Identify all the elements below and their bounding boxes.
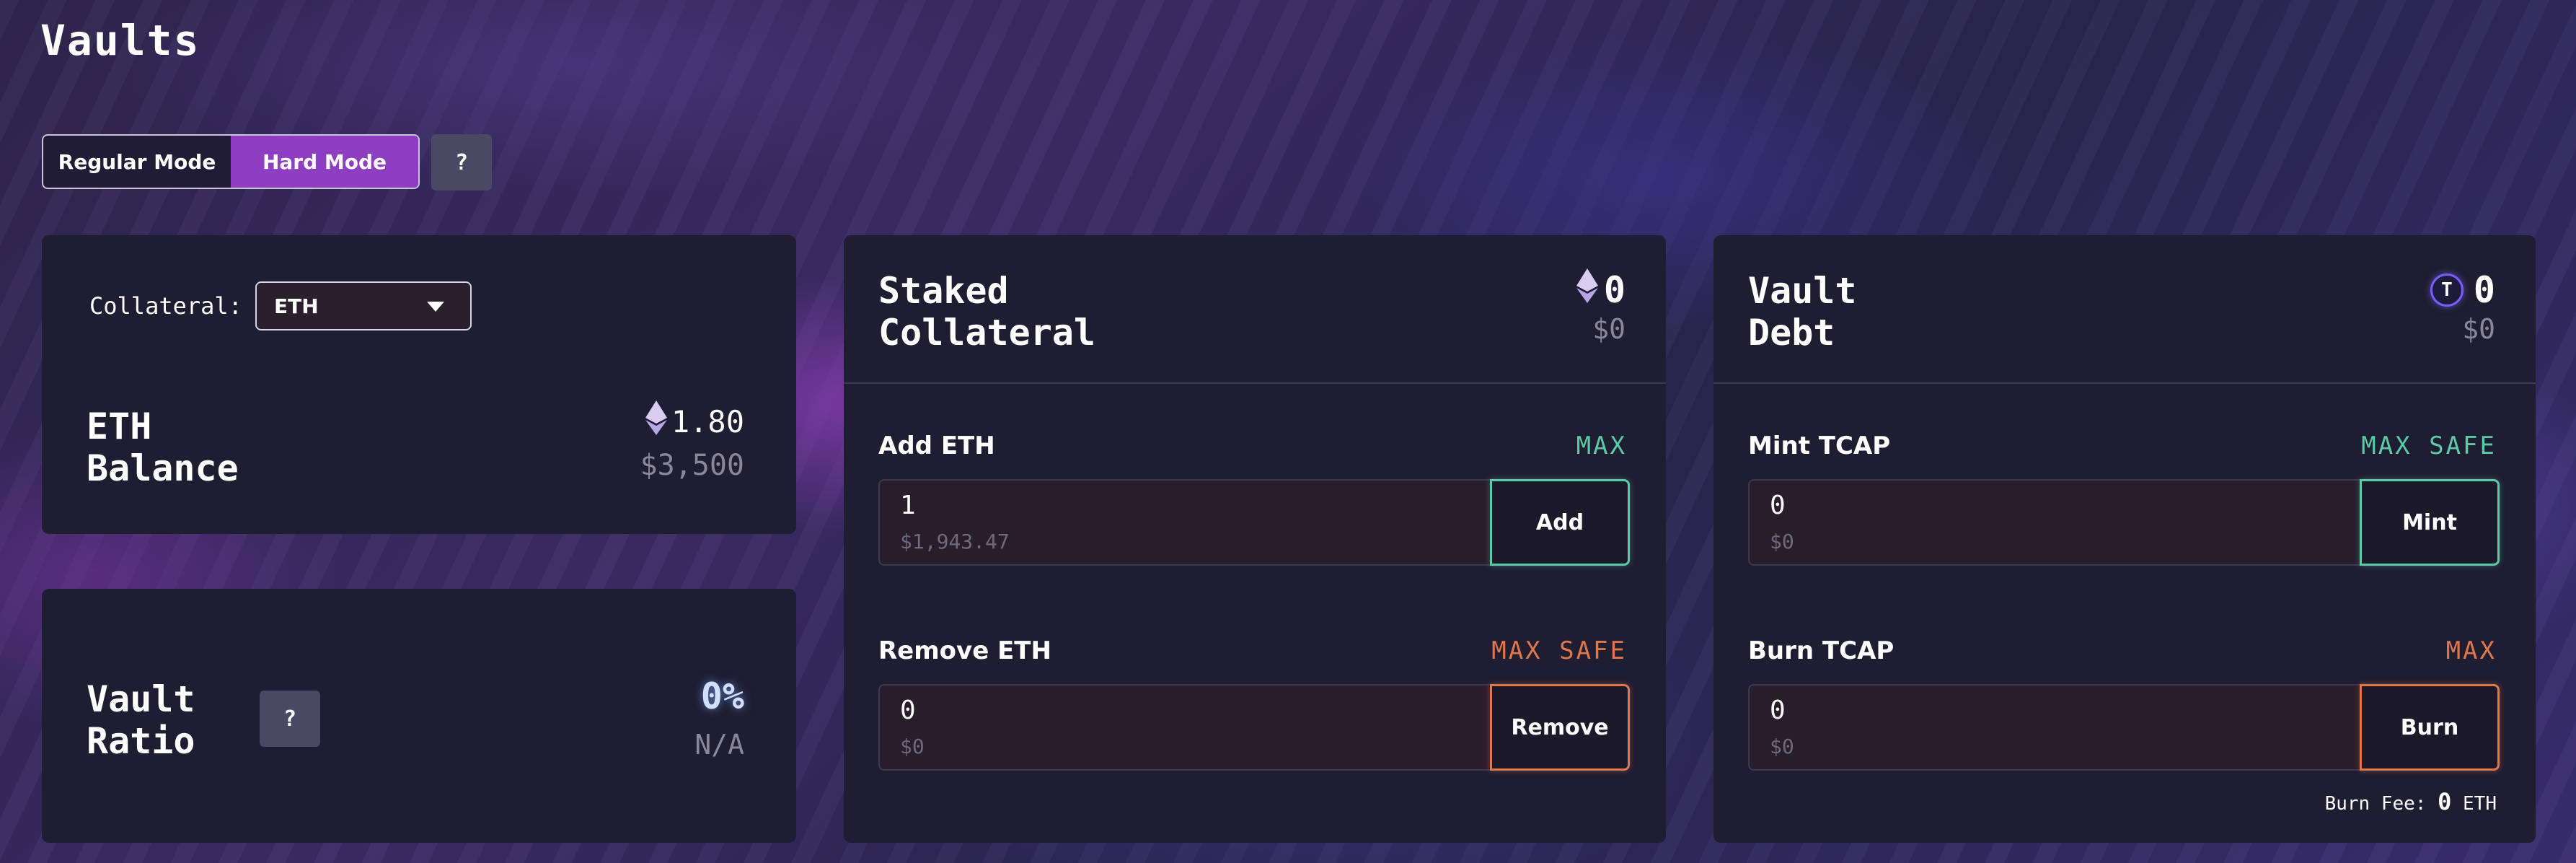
- burn-tcap-input[interactable]: 0 $0: [1748, 684, 2361, 771]
- mint-max-safe-link[interactable]: MAX SAFE: [2361, 432, 2497, 460]
- staked-collateral-title: Staked Collateral: [878, 270, 1095, 354]
- debt-amount-row: T 0: [2430, 269, 2495, 311]
- staked-amount-row: 0: [1576, 268, 1626, 312]
- vault-ratio-help-button[interactable]: ?: [260, 691, 320, 747]
- mode-help-button[interactable]: ?: [431, 134, 492, 190]
- add-eth-max-link[interactable]: MAX: [1576, 432, 1627, 460]
- vault-ratio-title-line2: Ratio: [87, 720, 195, 762]
- burn-tcap-label: Burn TCAP: [1748, 636, 1894, 665]
- burn-input-value: 0: [1770, 696, 1786, 725]
- add-eth-input-value: 1: [900, 491, 916, 520]
- vault-debt-title: Vault Debt: [1748, 270, 1857, 354]
- remove-eth-input-usd: $0: [900, 735, 925, 758]
- vault-debt-title-line2: Debt: [1748, 312, 1835, 354]
- add-eth-label: Add ETH: [878, 432, 995, 460]
- eth-balance-amount: 1.80: [671, 403, 744, 439]
- mint-tcap-label: Mint TCAP: [1748, 432, 1891, 460]
- eth-balance-value: 1.80: [645, 400, 744, 442]
- remove-eth-max-safe-link[interactable]: MAX SAFE: [1491, 636, 1627, 665]
- collateral-select[interactable]: ETH: [255, 281, 472, 330]
- vault-debt-title-line1: Vault: [1748, 270, 1857, 312]
- collateral-label: Collateral:: [89, 292, 242, 320]
- tcap-token-icon: T: [2430, 273, 2463, 307]
- burn-fee-value: 0: [2438, 788, 2452, 815]
- burn-max-link[interactable]: MAX: [2446, 636, 2497, 665]
- staked-divider: [844, 382, 1666, 384]
- staked-title-line2: Collateral: [878, 312, 1096, 354]
- mint-input-value: 0: [1770, 491, 1786, 520]
- regular-mode-button[interactable]: Regular Mode: [43, 136, 231, 188]
- mode-toggle: Regular Mode Hard Mode: [42, 134, 420, 189]
- vault-ratio-sub: N/A: [694, 729, 744, 761]
- eth-balance-title-line2: Balance: [87, 447, 239, 489]
- vault-ratio-title: Vault Ratio: [87, 678, 195, 762]
- remove-button[interactable]: Remove: [1490, 684, 1630, 771]
- collateral-selected-value: ETH: [274, 294, 319, 318]
- ethereum-icon: [645, 400, 667, 442]
- burn-fee: Burn Fee: 0 ETH: [2325, 788, 2497, 815]
- chevron-down-icon: [427, 302, 444, 312]
- mint-button[interactable]: Mint: [2360, 479, 2500, 566]
- debt-amount: 0: [2473, 269, 2495, 311]
- remove-eth-input[interactable]: 0 $0: [878, 684, 1491, 771]
- add-button[interactable]: Add: [1490, 479, 1630, 566]
- page-title: Vaults: [40, 16, 200, 65]
- vault-ratio-value: 0%: [700, 675, 744, 717]
- burn-fee-unit: ETH: [2463, 793, 2497, 815]
- burn-input-usd: $0: [1770, 735, 1794, 758]
- ethereum-icon: [1576, 268, 1598, 312]
- staked-amount: 0: [1603, 269, 1626, 311]
- staked-title-line1: Staked: [878, 270, 1009, 312]
- remove-eth-label: Remove ETH: [878, 636, 1051, 665]
- remove-eth-input-value: 0: [900, 696, 916, 725]
- burn-fee-label: Burn Fee:: [2324, 793, 2427, 815]
- hard-mode-button[interactable]: Hard Mode: [231, 136, 418, 188]
- burn-button[interactable]: Burn: [2360, 684, 2500, 771]
- vault-ratio-title-line1: Vault: [87, 678, 195, 720]
- mint-tcap-input[interactable]: 0 $0: [1748, 479, 2361, 566]
- add-eth-input-usd: $1,943.47: [900, 530, 1010, 553]
- mint-input-usd: $0: [1770, 530, 1794, 553]
- eth-balance-title-line1: ETH: [87, 406, 152, 447]
- eth-balance-usd: $3,500: [640, 449, 745, 482]
- add-eth-input[interactable]: 1 $1,943.47: [878, 479, 1491, 566]
- debt-usd: $0: [2462, 313, 2495, 345]
- eth-balance-title: ETH Balance: [87, 406, 239, 489]
- debt-divider: [1713, 382, 2536, 384]
- staked-usd: $0: [1592, 313, 1626, 345]
